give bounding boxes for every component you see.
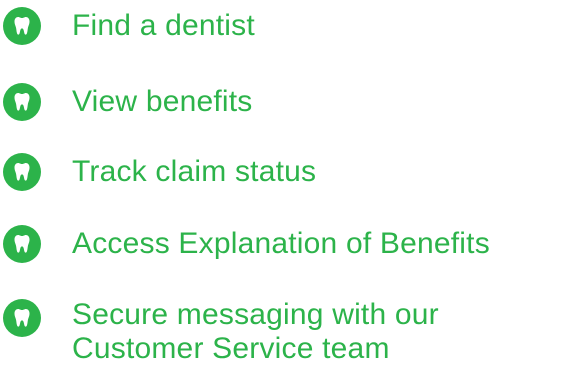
- link-label: Access Explanation of Benefits: [72, 225, 490, 263]
- tooth-icon: [2, 152, 42, 192]
- tooth-icon: [2, 82, 42, 122]
- link-label: Find a dentist: [72, 7, 255, 45]
- link-label-line: Access Explanation of Benefits: [72, 227, 490, 260]
- explanation-of-benefits-link[interactable]: Access Explanation of Benefits: [0, 224, 562, 264]
- tooth-icon: [2, 6, 42, 46]
- find-a-dentist-link[interactable]: Find a dentist: [0, 6, 562, 46]
- link-label: Secure messaging with our Customer Servi…: [72, 298, 439, 366]
- tooth-icon: [2, 298, 42, 338]
- secure-messaging-link[interactable]: Secure messaging with our Customer Servi…: [0, 298, 562, 365]
- view-benefits-link[interactable]: View benefits: [0, 82, 562, 122]
- link-label: View benefits: [72, 83, 253, 121]
- tooth-icon: [2, 224, 42, 264]
- link-label-line: Track claim status: [72, 155, 317, 188]
- link-label-line: Secure messaging with our: [72, 298, 439, 331]
- link-label: Track claim status: [72, 153, 316, 191]
- link-label-line: Customer Service team: [72, 332, 390, 365]
- track-claim-status-link[interactable]: Track claim status: [0, 152, 562, 192]
- link-label-line: View benefits: [72, 85, 253, 118]
- feature-link-list: Find a dentist View benefits Track claim…: [0, 0, 562, 365]
- link-label-line: Find a dentist: [72, 9, 255, 42]
